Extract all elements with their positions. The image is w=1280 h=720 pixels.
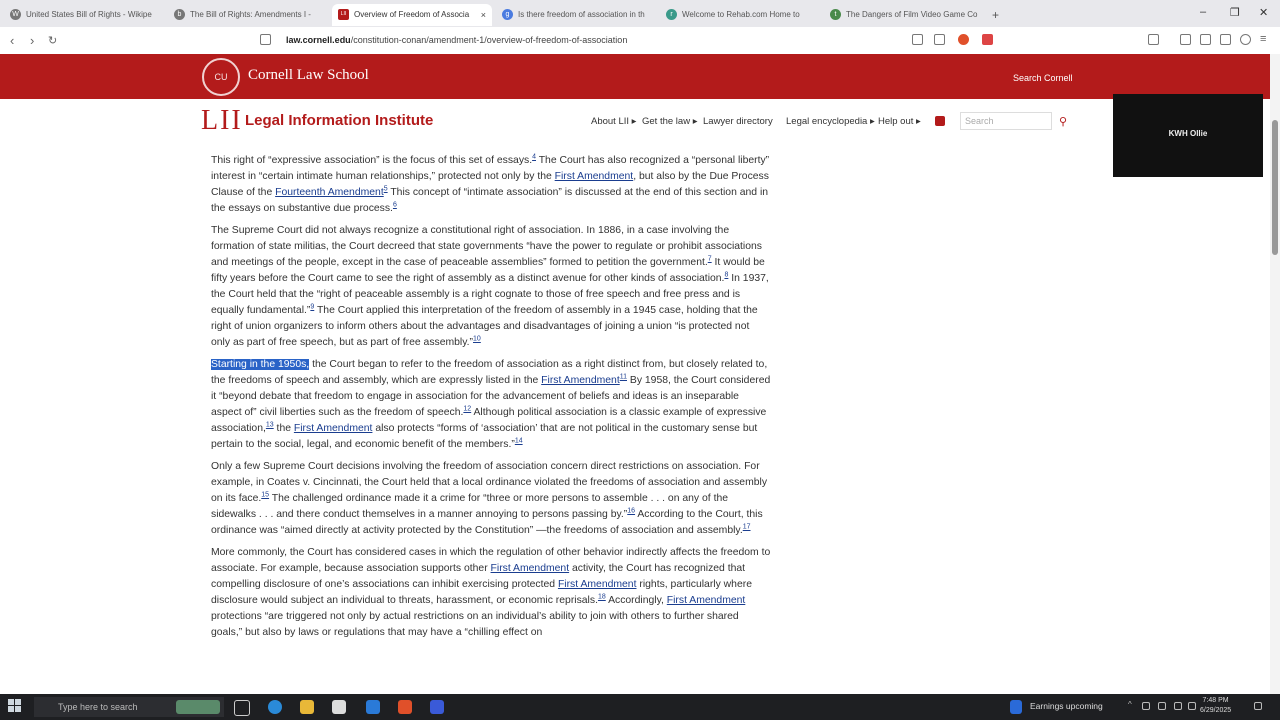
first-amendment-link[interactable]: First Amendment [541, 375, 620, 386]
edge-icon[interactable] [268, 700, 282, 714]
site-icon: t [830, 9, 841, 20]
close-window-icon[interactable]: ✕ [1259, 6, 1268, 19]
footnote-link[interactable]: 18 [598, 594, 606, 601]
lii-search-input[interactable]: Search [960, 112, 1052, 130]
task-view-icon[interactable] [234, 700, 250, 716]
tab-label: United States Bill of Rights - Wikipe [26, 10, 152, 19]
tab-label: Welcome to Rehab.com Home to [682, 10, 800, 19]
reader-mode-icon[interactable] [912, 34, 923, 45]
first-amendment-link[interactable]: First Amendment [294, 423, 373, 434]
url-host: law.cornell.edu [286, 35, 351, 45]
site-icon: r [666, 9, 677, 20]
tab-label: The Dangers of Film Video Game Co [846, 10, 978, 19]
footnote-link[interactable]: 6 [393, 202, 397, 209]
footnote-link[interactable]: 10 [473, 336, 481, 343]
paragraph-history: The Supreme Court did not always recogni… [211, 225, 769, 348]
first-amendment-link[interactable]: First Amendment [555, 171, 634, 182]
footnote-link[interactable]: 15 [261, 492, 269, 499]
paragraph-indirect-regulation: More commonly, the Court has considered … [211, 547, 771, 638]
lii-logo[interactable]: LII [201, 107, 243, 135]
nav-get-the-law[interactable]: Get the law ▸ [642, 116, 697, 127]
brave-icon[interactable] [398, 700, 412, 714]
apps-grid-icon[interactable] [935, 116, 945, 126]
lii-site-name[interactable]: Legal Information Institute [245, 112, 433, 129]
tab-google-search[interactable]: g Is there freedom of association in th [496, 4, 656, 26]
bookmark-icon[interactable] [260, 34, 271, 45]
menu-icon[interactable]: ≡ [1260, 33, 1266, 45]
minimize-icon[interactable]: – [1200, 6, 1206, 18]
sidebar-icon[interactable] [1148, 34, 1159, 45]
profile-icon[interactable] [1240, 34, 1251, 45]
cornell-seal-logo[interactable]: CU [202, 58, 240, 96]
nav-help-out[interactable]: Help out ▸ [878, 116, 921, 127]
tab-film-games[interactable]: t The Dangers of Film Video Game Co [824, 4, 984, 26]
clock-time: 7:48 PM [1202, 697, 1229, 704]
footnote-link[interactable]: 16 [627, 508, 635, 515]
paragraph-1950s: Starting in the 1950s, the Court began t… [211, 359, 771, 450]
site-icon: b [174, 9, 185, 20]
lii-icon: LII [338, 9, 349, 20]
search-icon[interactable]: ⚲ [1059, 115, 1067, 128]
search-highlight-icon[interactable] [176, 700, 220, 714]
taskbar-news-widget[interactable]: Earnings upcoming [1030, 701, 1103, 711]
extensions-icon[interactable] [1200, 34, 1211, 45]
paragraph-expressive-association: This right of “expressive association” i… [211, 153, 770, 214]
notifications-icon[interactable] [1254, 702, 1262, 710]
wifi-icon[interactable] [1174, 702, 1182, 710]
first-amendment-link[interactable]: First Amendment [491, 563, 570, 574]
tab-bill-of-rights[interactable]: b The Bill of Rights: Amendments I - [168, 4, 328, 26]
network-icon[interactable] [1142, 702, 1150, 710]
file-explorer-icon[interactable] [300, 700, 314, 714]
nav-legal-encyclopedia[interactable]: Legal encyclopedia ▸ [786, 116, 875, 127]
forward-icon[interactable]: › [30, 33, 34, 48]
footnote-link[interactable]: 14 [515, 438, 523, 445]
url-path: /constitution-conan/amendment-1/overview… [350, 35, 628, 45]
close-tab-icon[interactable]: × [481, 4, 486, 26]
search-cornell-link[interactable]: Search Cornell [1013, 73, 1073, 83]
rewards-icon[interactable] [982, 34, 993, 45]
taskbar-clock[interactable]: 7:48 PM 6/29/2025 [1200, 696, 1231, 716]
windows-start-icon[interactable] [8, 699, 22, 713]
brave-shield-icon[interactable] [958, 34, 969, 45]
cornell-header [0, 54, 1270, 99]
tab-wikipedia[interactable]: W United States Bill of Rights - Wikipe [4, 4, 164, 26]
fourteenth-amendment-link[interactable]: Fourteenth Amendment [275, 187, 384, 198]
tab-label: Is there freedom of association in th [518, 10, 645, 19]
scrollbar-thumb[interactable] [1272, 120, 1278, 255]
mail-icon[interactable] [366, 700, 380, 714]
reload-icon[interactable]: ↻ [48, 34, 57, 47]
footnote-link[interactable]: 17 [743, 524, 751, 531]
volume-icon[interactable] [1188, 702, 1196, 710]
footnote-link[interactable]: 13 [266, 422, 274, 429]
selected-text[interactable]: Starting in the 1950s, [211, 359, 310, 370]
clock-date: 6/29/2025 [1200, 707, 1232, 714]
back-icon[interactable]: ‹ [10, 33, 14, 48]
tab-label: Overview of Freedom of Associa [354, 10, 470, 19]
news-icon[interactable] [1010, 700, 1022, 714]
wallet-icon[interactable] [1180, 34, 1191, 45]
battery-icon[interactable] [1158, 702, 1166, 710]
tab-label: The Bill of Rights: Amendments I - [190, 10, 311, 19]
footnote-link[interactable]: 11 [620, 374, 627, 381]
address-bar: ‹ › ↻ law.cornell.edu/constitution-conan… [0, 27, 1280, 55]
first-amendment-link[interactable]: First Amendment [667, 595, 746, 606]
chevron-up-icon[interactable]: ^ [1128, 700, 1136, 709]
maximize-icon[interactable]: ❐ [1230, 6, 1240, 19]
cornell-law-school-link[interactable]: Cornell Law School [248, 67, 369, 84]
article-body: This right of “expressive association” i… [211, 153, 771, 647]
nav-lawyer-directory[interactable]: Lawyer directory [703, 116, 773, 127]
paragraph-direct-restrictions: Only a few Supreme Court decisions invol… [211, 461, 768, 536]
google-icon: g [502, 9, 513, 20]
vpn-icon[interactable] [1220, 34, 1231, 45]
share-icon[interactable] [934, 34, 945, 45]
wikipedia-icon: W [10, 9, 21, 20]
new-tab-button[interactable]: + [988, 4, 1008, 26]
tab-freedom-of-association[interactable]: LII Overview of Freedom of Associa × [332, 4, 492, 26]
video-call-overlay[interactable]: KWH Ollie [1113, 94, 1263, 177]
nav-about-lii[interactable]: About LII ▸ [591, 116, 636, 127]
store-icon[interactable] [332, 700, 346, 714]
first-amendment-link[interactable]: First Amendment [558, 579, 637, 590]
vpn-app-icon[interactable] [430, 700, 444, 714]
tab-rehab[interactable]: r Welcome to Rehab.com Home to [660, 4, 820, 26]
